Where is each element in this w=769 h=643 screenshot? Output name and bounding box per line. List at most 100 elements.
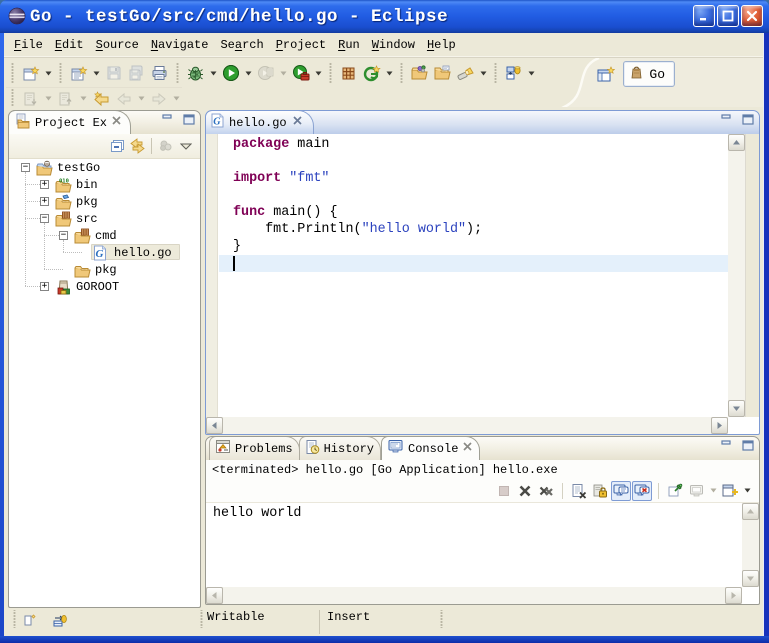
new-go-file-button[interactable] <box>67 62 90 85</box>
stdout-change-button[interactable] <box>611 481 631 501</box>
scroll-right-icon[interactable] <box>711 417 728 434</box>
editor-maximize-icon[interactable] <box>742 114 754 129</box>
tree-expand-icon[interactable]: + <box>40 180 49 189</box>
tab-close-icon[interactable] <box>462 441 473 456</box>
editor-tab-close-icon[interactable] <box>292 115 303 130</box>
go-tool-button[interactable] <box>502 62 525 85</box>
console-maximize-icon[interactable] <box>742 440 754 455</box>
editor-minimize-icon[interactable] <box>721 114 733 129</box>
search-dropdown-icon[interactable] <box>477 63 489 83</box>
tree-label-pkg[interactable]: pkg <box>73 194 101 210</box>
close-button[interactable] <box>741 5 763 27</box>
open-perspective-button[interactable] <box>594 63 617 86</box>
tree-row-goroot[interactable]: + GOROOT <box>9 278 200 295</box>
console-horizontal-scrollbar[interactable] <box>206 587 742 604</box>
tree-collapse-icon[interactable]: − <box>40 214 49 223</box>
tab-history[interactable]: History <box>299 436 381 460</box>
new-wizard-dropdown-icon[interactable] <box>42 63 54 83</box>
tree-row-hello-go[interactable]: Ghello.go <box>9 244 200 261</box>
menu-source[interactable]: Source <box>90 36 145 54</box>
tree-row-testgo[interactable]: − testGo <box>9 159 200 176</box>
menu-help[interactable]: Help <box>421 36 462 54</box>
external-tools-dropdown-icon[interactable] <box>312 63 324 83</box>
menu-search[interactable]: Search <box>214 36 269 54</box>
tree-label-cmd[interactable]: cmd <box>92 228 120 244</box>
tree-row-src[interactable]: − src <box>9 210 200 227</box>
scroll-left-icon[interactable] <box>206 587 223 604</box>
code-area[interactable]: package mainimport "fmt"func main() { fm… <box>219 136 728 417</box>
tab-problems[interactable]: Problems <box>209 436 300 460</box>
run-button[interactable] <box>219 62 242 85</box>
scroll-left-icon[interactable] <box>206 417 223 434</box>
ed-vsb-track[interactable] <box>728 134 745 417</box>
run-dropdown-icon[interactable] <box>242 63 254 83</box>
scroll-up-icon[interactable] <box>742 503 759 520</box>
external-tools-button[interactable] <box>289 62 312 85</box>
remove-all-launches-button[interactable] <box>536 481 556 501</box>
tree-label-hello-go[interactable]: hello.go <box>111 245 175 261</box>
view-extra-icon[interactable] <box>156 136 176 156</box>
view-maximize-icon[interactable] <box>183 114 195 129</box>
tree-row-bin[interactable]: +010bin <box>9 176 200 193</box>
scroll-up-icon[interactable] <box>728 134 745 151</box>
console-vertical-scrollbar[interactable] <box>742 503 759 587</box>
pin-console-button[interactable] <box>665 481 685 501</box>
debug-button[interactable] <box>184 62 207 85</box>
go-tool-dropdown-icon[interactable] <box>525 63 537 83</box>
tree-row-pkg[interactable]: + pkg <box>9 193 200 210</box>
new-go-element-dropdown-icon[interactable] <box>383 63 395 83</box>
new-go-element-button[interactable] <box>360 62 383 85</box>
console-output-area[interactable]: hello world <box>206 503 759 604</box>
tab-console[interactable]: Console <box>381 436 480 460</box>
search-button[interactable] <box>454 62 477 85</box>
tree-collapse-icon[interactable]: − <box>21 163 30 172</box>
view-minimize-icon[interactable] <box>162 114 174 129</box>
editor-tab-hello-go[interactable]: G hello.go <box>205 110 314 134</box>
clear-console-button[interactable] <box>569 481 589 501</box>
tree-expand-icon[interactable]: + <box>40 282 49 291</box>
console-minimize-icon[interactable] <box>721 440 733 455</box>
project-explorer-tab-close-icon[interactable] <box>111 115 122 130</box>
menu-edit[interactable]: Edit <box>49 36 90 54</box>
scroll-down-icon[interactable] <box>742 570 759 587</box>
project-explorer-tab[interactable]: Project Ex <box>8 110 131 134</box>
print-button[interactable] <box>148 62 171 85</box>
tree-row-pkg[interactable]: pkg <box>9 261 200 278</box>
new-go-file-dropdown-icon[interactable] <box>90 63 102 83</box>
open-console-button[interactable] <box>720 481 740 501</box>
menu-window[interactable]: Window <box>366 36 421 54</box>
go-build-button[interactable] <box>337 62 360 85</box>
import-wizard-button[interactable] <box>408 62 431 85</box>
link-with-editor-button[interactable] <box>127 136 147 156</box>
ed-hsb-track[interactable] <box>206 417 728 434</box>
go-perspective-button[interactable]: Go <box>623 61 675 87</box>
tree-collapse-icon[interactable]: − <box>59 231 68 240</box>
tree-label-testgo[interactable]: testGo <box>54 160 103 176</box>
open-folder-button[interactable] <box>431 62 454 85</box>
tree-label-bin[interactable]: bin <box>73 177 101 193</box>
tree-label-goroot[interactable]: GOROOT <box>73 279 122 295</box>
view-menu-icon[interactable] <box>176 136 196 156</box>
maximize-button[interactable] <box>717 5 739 27</box>
scroll-right-icon[interactable] <box>725 587 742 604</box>
remove-launch-button[interactable] <box>515 481 535 501</box>
open-console-dropdown-icon[interactable] <box>741 481 753 501</box>
tree-row-cmd[interactable]: − cmd <box>9 227 200 244</box>
editor-body[interactable]: package mainimport "fmt"func main() { fm… <box>206 134 759 434</box>
debug-dropdown-icon[interactable] <box>207 63 219 83</box>
scroll-lock-button[interactable] <box>590 481 610 501</box>
menu-navigate[interactable]: Navigate <box>145 36 215 54</box>
minimize-button[interactable] <box>693 5 715 27</box>
menu-file[interactable]: File <box>8 36 49 54</box>
collapse-all-button[interactable] <box>107 136 127 156</box>
tree-label-pkg[interactable]: pkg <box>92 262 120 278</box>
editor-horizontal-scrollbar[interactable] <box>206 417 728 434</box>
menu-project[interactable]: Project <box>270 36 332 54</box>
menu-run[interactable]: Run <box>332 36 366 54</box>
tree-label-src[interactable]: src <box>73 211 101 227</box>
tree-expand-icon[interactable]: + <box>40 197 49 206</box>
co-hsb-track[interactable] <box>206 587 742 604</box>
editor-vertical-scrollbar[interactable] <box>728 134 745 417</box>
scroll-down-icon[interactable] <box>728 400 745 417</box>
stderr-change-button[interactable] <box>632 481 652 501</box>
